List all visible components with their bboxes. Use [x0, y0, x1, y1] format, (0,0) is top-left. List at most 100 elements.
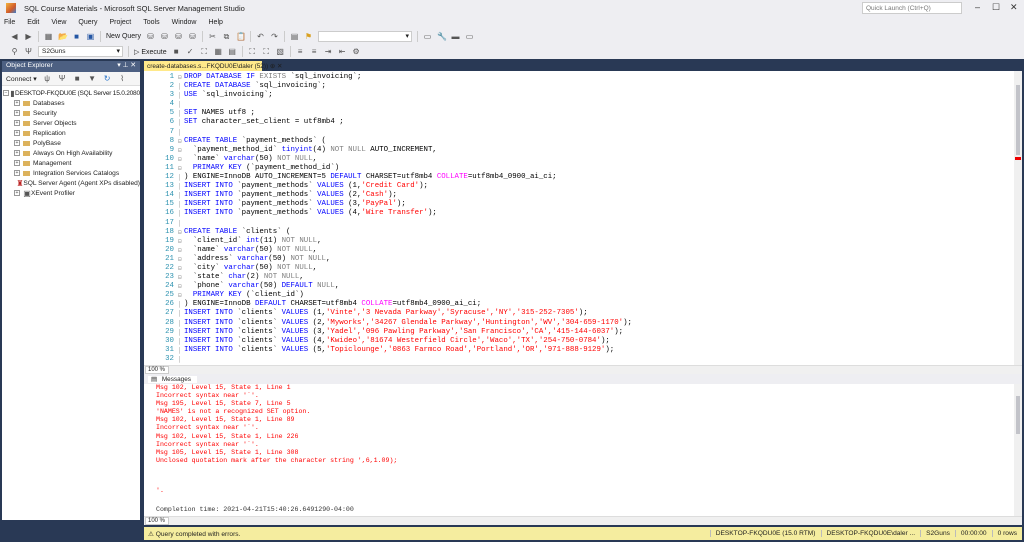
close-panel-icon[interactable]: ✕ [130, 62, 136, 69]
parse-icon[interactable]: ✓ [186, 47, 195, 56]
tree-node-security[interactable]: + Security [2, 108, 140, 118]
code-token: 'Cash' [361, 191, 389, 200]
plan-icon[interactable]: ⛶ [200, 47, 209, 56]
expand-icon[interactable]: + [14, 100, 20, 106]
menu-tools[interactable]: Tools [143, 19, 159, 26]
disconnect-icon[interactable]: Ψ [58, 74, 67, 83]
quick-launch-input[interactable]: Quick Launch (Ctrl+Q) [862, 2, 962, 14]
menu-view[interactable]: View [51, 19, 66, 26]
execute-button[interactable]: ▷ Execute [134, 48, 167, 56]
tree-node-server-objects[interactable]: + Server Objects [2, 118, 140, 128]
code-area[interactable]: 1 ⊟ DROP DATABASE IF EXISTS `sql_invoicing… [144, 73, 1014, 364]
pin-tab-icon[interactable]: ⊕ [270, 63, 277, 70]
results-file-icon[interactable]: ▤ [228, 47, 237, 56]
query-icon[interactable]: ⛁ [160, 32, 169, 41]
close-button[interactable]: ✕ [1010, 2, 1018, 13]
code-token: NOT NULL [290, 254, 326, 263]
connect-button[interactable]: Connect ▾ [6, 75, 37, 83]
save-icon[interactable]: ■ [72, 32, 81, 41]
query-icon[interactable]: ⛁ [174, 32, 183, 41]
stop-icon[interactable]: ■ [172, 47, 181, 56]
maximize-button[interactable]: ☐ [992, 2, 1000, 13]
open-file-icon[interactable]: 📂 [58, 32, 68, 41]
comment-icon[interactable]: ≡ [296, 47, 305, 56]
expand-icon[interactable]: + [14, 170, 20, 176]
properties-icon[interactable]: ▭ [423, 32, 432, 41]
results-text-icon[interactable]: ▧ [276, 47, 285, 56]
collapse-icon[interactable]: − [3, 90, 9, 96]
outdent-icon[interactable]: ⇤ [338, 47, 347, 56]
statistics-icon[interactable]: ⛶ [262, 47, 271, 56]
paste-icon[interactable]: 📋 [236, 32, 246, 41]
new-project-icon[interactable]: ▦ [44, 32, 53, 41]
find-icon[interactable]: ⚑ [304, 32, 313, 41]
code-token: varchar [223, 154, 255, 163]
query-icon[interactable]: ⛁ [188, 32, 197, 41]
tree-node-replication[interactable]: + Replication [2, 128, 140, 138]
minimize-button[interactable]: – [975, 2, 980, 12]
editor-zoom-select[interactable]: 100 % [145, 366, 169, 374]
specify-values-icon[interactable]: ⚙ [352, 47, 361, 56]
save-all-icon[interactable]: ▣ [86, 32, 95, 41]
code-token: SET [184, 118, 202, 127]
results-grid-icon[interactable]: ▦ [214, 47, 223, 56]
wrench-icon[interactable]: 🔧 [437, 32, 447, 41]
query-icon[interactable]: ⛁ [146, 32, 155, 41]
indent-icon[interactable]: ⇥ [324, 47, 333, 56]
connect-icon[interactable]: ⚲ [10, 47, 19, 56]
editor-vertical-scrollbar[interactable] [1014, 71, 1022, 366]
undo-icon[interactable]: ↶ [256, 32, 265, 41]
tree-node-sql-server-agent-agent-xps-disabled[interactable]: ♜ SQL Server Agent (Agent XPs disabled) [2, 178, 140, 188]
cut-icon[interactable]: ✂ [208, 32, 217, 41]
change-connection-icon[interactable]: Ψ [24, 47, 33, 56]
window-icon[interactable]: ▭ [465, 32, 474, 41]
tree-node-xevent-profiler[interactable]: + ▣ XEvent Profiler [2, 188, 140, 198]
menu-edit[interactable]: Edit [27, 19, 39, 26]
refresh-icon[interactable]: ↻ [103, 74, 112, 83]
server-node[interactable]: − ▮ DESKTOP-FKQDU0E (SQL Server 15.0.208… [2, 88, 140, 98]
menu-help[interactable]: Help [209, 19, 223, 26]
expand-icon[interactable]: + [14, 130, 20, 136]
tree-node-management[interactable]: + Management [2, 158, 140, 168]
tree-node-polybase[interactable]: + PolyBase [2, 138, 140, 148]
menu-file[interactable]: File [4, 19, 15, 26]
tab-messages[interactable]: ▤ Messages [144, 374, 1022, 384]
expand-icon[interactable]: + [14, 120, 20, 126]
new-query-button[interactable]: New Query [106, 33, 141, 40]
code-line: 14 │ INSERT INTO `payment_methods` VALUES … [144, 191, 1014, 200]
stop-icon[interactable]: ■ [73, 74, 82, 83]
tree-node-databases[interactable]: + Databases [2, 98, 140, 108]
solution-explorer-icon[interactable]: ▤ [290, 32, 299, 41]
expand-icon[interactable]: + [14, 110, 20, 116]
connect-plug-icon[interactable]: ψ [43, 74, 52, 83]
copy-icon[interactable]: ⧉ [222, 32, 231, 41]
filter-icon[interactable]: ▼ [88, 74, 97, 83]
expand-icon[interactable]: + [14, 190, 20, 196]
messages-zoom-select[interactable]: 100 % [145, 517, 169, 525]
database-select[interactable]: S2Guns [38, 46, 123, 57]
tree-node-always-on-high-availability[interactable]: + Always On High Availability [2, 148, 140, 158]
back-icon[interactable]: ◀ [10, 32, 19, 41]
tab-create-databases[interactable]: create-databases.s...FKQDU0E\daler (52))… [144, 61, 282, 71]
redo-icon[interactable]: ↷ [270, 32, 279, 41]
toolbox-icon[interactable]: ▬ [451, 32, 460, 41]
expand-icon[interactable]: + [14, 150, 20, 156]
code-token: ); [427, 209, 437, 218]
messages-vertical-scrollbar[interactable] [1014, 384, 1022, 516]
expand-icon[interactable]: + [14, 140, 20, 146]
expand-icon[interactable]: + [14, 160, 20, 166]
menu-window[interactable]: Window [172, 19, 197, 26]
menu-project[interactable]: Project [109, 19, 131, 26]
find-dropdown[interactable] [318, 30, 413, 42]
code-token: `payment_methods` [237, 200, 318, 209]
include-plan-icon[interactable]: ⛶ [248, 47, 257, 56]
query-editor[interactable]: 1 ⊟ DROP DATABASE IF EXISTS `sql_invoicing… [144, 71, 1022, 366]
menu-query[interactable]: Query [78, 19, 97, 26]
uncomment-icon[interactable]: ≡ [310, 47, 319, 56]
pin-icon[interactable]: ▾ ⊥ [117, 62, 130, 69]
forward-icon[interactable]: ▶ [24, 32, 33, 41]
tree-node-integration-services-catalogs[interactable]: + Integration Services Catalogs [2, 168, 140, 178]
code-line: 10 ⊟ `name` varchar (50) NOT NULL, [144, 155, 1014, 164]
activity-monitor-icon[interactable]: ⌇ [118, 74, 127, 83]
close-tab-icon[interactable]: ✕ [277, 63, 282, 70]
